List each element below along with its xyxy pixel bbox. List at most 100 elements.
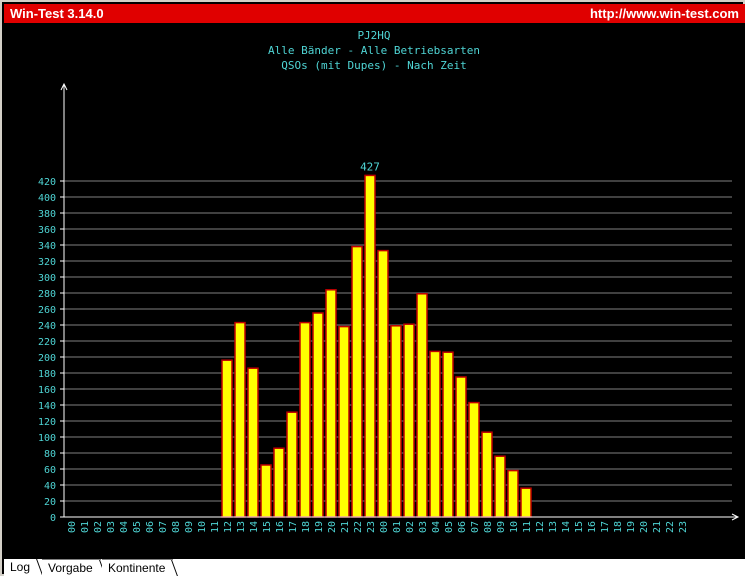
x-tick-label: 19 [626, 521, 637, 533]
chart-subtitle: Alle Bänder - Alle Betriebsarten [268, 44, 480, 57]
x-tick-label: 03 [106, 521, 117, 533]
x-tick-label: 11 [210, 521, 221, 533]
x-tick-label: 10 [197, 521, 208, 533]
bar [299, 321, 311, 518]
y-tick-label: 100 [38, 433, 56, 444]
tab-log-label: Log [10, 560, 31, 574]
x-tick-label: 09 [184, 521, 195, 533]
x-tick-label: 15 [262, 521, 273, 533]
y-tick-label: 320 [38, 257, 56, 268]
bar [312, 312, 324, 518]
x-tick-label: 20 [639, 521, 650, 533]
bar [234, 321, 246, 518]
y-tick-label: 400 [38, 193, 56, 204]
y-tick-label: 280 [38, 289, 56, 300]
bar [416, 293, 428, 518]
website-url[interactable]: http://www.win-test.com [590, 4, 739, 23]
bar [247, 367, 259, 518]
x-tick-label: 17 [600, 521, 611, 533]
bar [338, 325, 350, 518]
x-tick-label: 07 [470, 521, 481, 533]
y-axis-ticks: 0 20 40 60 80 100 120 140 160 180 200 220 240 260 280 3… [38, 177, 64, 524]
title-bar: Win-Test 3.14.0 http://www.win-test.com [4, 4, 745, 23]
x-tick-label: 07 [158, 521, 169, 533]
x-tick-label: 12 [535, 521, 546, 533]
bar [455, 376, 467, 518]
peak-value-label: 427 [360, 160, 380, 173]
y-tick-label: 240 [38, 321, 56, 332]
bar [351, 245, 363, 518]
y-tick-label: 80 [44, 449, 56, 460]
y-tick-label: 260 [38, 305, 56, 316]
x-tick-label: 12 [223, 521, 234, 533]
x-tick-label: 18 [613, 521, 624, 533]
chart-subtitle-2: QSOs (mit Dupes) - Nach Zeit [281, 59, 466, 72]
tab-bar: Log Vorgabe Kontinente [4, 559, 745, 576]
y-tick-label: 120 [38, 417, 56, 428]
tab-log[interactable]: Log [4, 559, 43, 575]
tab-vorgabe[interactable]: Vorgabe [42, 559, 106, 576]
chart-area: PJ2HQ Alle Bänder - Alle Betriebsarten Q… [4, 23, 745, 559]
bar [364, 174, 376, 518]
bar [468, 401, 480, 518]
x-tick-label: 00 [379, 521, 390, 533]
x-tick-label: 05 [132, 521, 143, 533]
x-tick-label: 04 [431, 521, 442, 533]
bar [286, 411, 298, 518]
x-tick-label: 14 [561, 521, 572, 533]
window-title: Win-Test 3.14.0 [10, 6, 104, 21]
y-tick-label: 220 [38, 337, 56, 348]
x-tick-label: 21 [340, 521, 351, 533]
x-tick-label: 22 [353, 521, 364, 533]
bar [481, 431, 493, 518]
qso-rate-chart: PJ2HQ Alle Bänder - Alle Betriebsarten Q… [38, 29, 740, 533]
x-tick-label: 22 [665, 521, 676, 533]
x-tick-label: 13 [236, 521, 247, 533]
x-tick-label: 01 [392, 521, 403, 533]
bar [273, 447, 285, 518]
x-tick-label: 16 [275, 521, 286, 533]
x-tick-label: 05 [444, 521, 455, 533]
x-tick-label: 23 [366, 521, 377, 533]
y-tick-label: 160 [38, 385, 56, 396]
x-tick-label: 08 [483, 521, 494, 533]
x-tick-label: 21 [652, 521, 663, 533]
y-tick-label: 200 [38, 353, 56, 364]
y-tick-label: 420 [38, 177, 56, 188]
bar [494, 455, 506, 518]
bar [390, 325, 402, 518]
x-tick-label: 01 [80, 521, 91, 533]
y-tick-label: 360 [38, 225, 56, 236]
y-tick-label: 20 [44, 497, 56, 508]
x-tick-label: 02 [93, 521, 104, 533]
x-tick-label: 18 [301, 521, 312, 533]
bar [507, 469, 519, 518]
x-tick-label: 04 [119, 521, 130, 533]
bars: 427 [221, 160, 532, 518]
tab-kontinente[interactable]: Kontinente [102, 559, 179, 576]
y-tick-label: 180 [38, 369, 56, 380]
x-tick-label: 02 [405, 521, 416, 533]
tab-vorgabe-label: Vorgabe [48, 561, 93, 575]
x-axis-ticks: 00 01 02 03 04 05 06 07 08 09 10 11 12 13 14 15 16 17 18 19… [67, 521, 689, 533]
x-tick-label: 15 [574, 521, 585, 533]
y-tick-label: 60 [44, 465, 56, 476]
x-tick-label: 08 [171, 521, 182, 533]
x-tick-label: 10 [509, 521, 520, 533]
x-tick-label: 06 [457, 521, 468, 533]
bar [429, 350, 441, 518]
x-tick-label: 16 [587, 521, 598, 533]
x-tick-label: 09 [496, 521, 507, 533]
y-tick-label: 0 [50, 513, 56, 524]
tab-kontinente-label: Kontinente [108, 561, 166, 575]
bar [221, 359, 233, 518]
bar [403, 323, 415, 518]
y-tick-label: 40 [44, 481, 56, 492]
x-tick-label: 11 [522, 521, 533, 533]
app-window: Win-Test 3.14.0 http://www.win-test.com … [0, 0, 745, 576]
x-tick-label: 00 [67, 521, 78, 533]
bar [442, 351, 454, 518]
bar [377, 249, 389, 518]
y-tick-label: 140 [38, 401, 56, 412]
bar [260, 464, 272, 518]
